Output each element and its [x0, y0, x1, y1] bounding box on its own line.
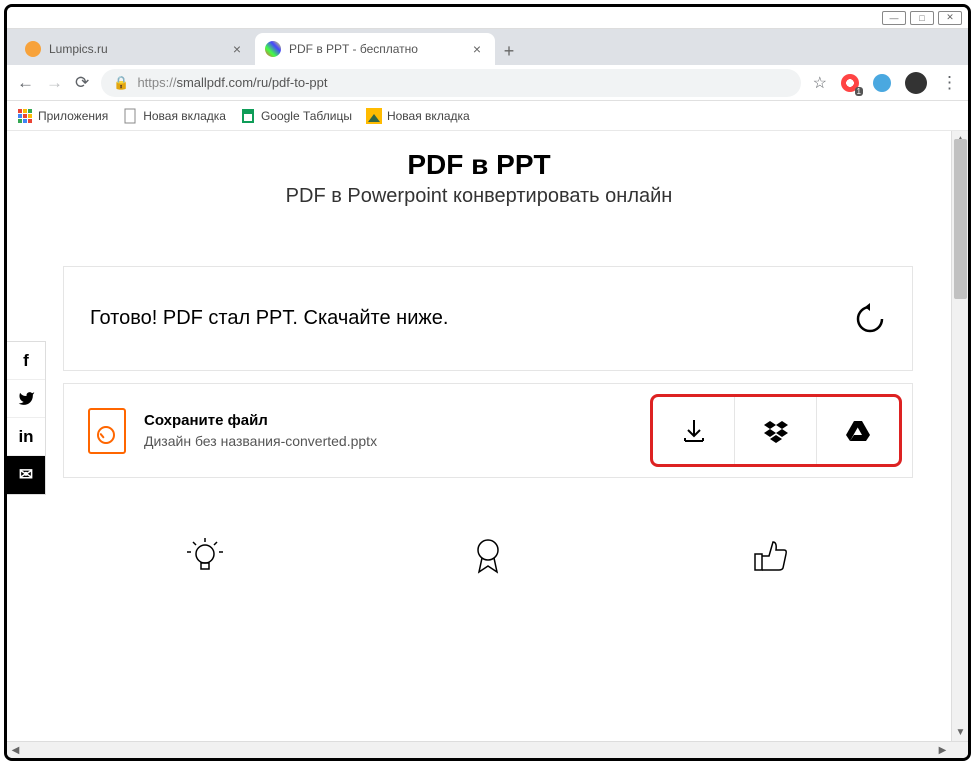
tab-title: Lumpics.ru — [49, 42, 108, 56]
new-tab-button[interactable]: + — [495, 37, 523, 65]
bookmark-star-icon[interactable]: ☆ — [813, 73, 827, 93]
back-button[interactable]: ← — [17, 73, 34, 93]
page-title: PDF в PPT — [7, 149, 951, 181]
page-subtitle: PDF в Powerpoint конвертировать онлайн — [7, 185, 951, 208]
forward-button[interactable]: → — [46, 73, 63, 93]
google-drive-icon — [844, 417, 872, 445]
social-share-bar: f in ✉ — [7, 341, 46, 495]
bookmarks-bar: Приложения Новая вкладка Google Таблицы … — [7, 101, 968, 131]
features-row — [63, 536, 913, 576]
tab-lumpics[interactable]: Lumpics.ru × — [15, 33, 255, 65]
scroll-down-arrow[interactable]: ▼ — [952, 724, 968, 741]
scroll-thumb[interactable] — [954, 139, 967, 299]
twitter-icon — [18, 390, 35, 407]
menu-button[interactable]: ⋮ — [941, 73, 958, 93]
share-facebook[interactable]: f — [7, 342, 45, 380]
share-email[interactable]: ✉ — [7, 456, 45, 494]
download-local-button[interactable] — [653, 397, 735, 464]
tab-favicon — [265, 41, 281, 57]
status-card: Готово! PDF стал PPT. Скачайте ниже. — [63, 266, 913, 371]
restart-icon[interactable] — [854, 303, 886, 335]
tab-strip: Lumpics.ru × PDF в PPT - бесплатно × + — [7, 29, 968, 65]
reload-button[interactable]: ⟳ — [75, 73, 89, 93]
tab-title: PDF в PPT - бесплатно — [289, 42, 418, 56]
lock-icon: 🔒 — [113, 75, 129, 91]
url-input[interactable]: 🔒 https://smallpdf.com/ru/pdf-to-ppt — [101, 69, 800, 97]
download-card: Сохраните файл Дизайн без названия-conve… — [63, 383, 913, 478]
tab-close-icon[interactable]: × — [229, 41, 245, 57]
share-linkedin[interactable]: in — [7, 418, 45, 456]
filename: Дизайн без названия-converted.pptx — [144, 433, 377, 449]
image-icon — [366, 108, 382, 124]
url-text: https://smallpdf.com/ru/pdf-to-ppt — [137, 75, 327, 90]
tab-pdf-to-ppt[interactable]: PDF в PPT - бесплатно × — [255, 33, 495, 65]
bookmark-new-tab-2[interactable]: Новая вкладка — [366, 108, 470, 124]
doc-icon — [122, 108, 138, 124]
minimize-button[interactable]: — — [882, 11, 906, 25]
bookmark-label: Google Таблицы — [261, 109, 352, 123]
google-drive-button[interactable] — [817, 397, 899, 464]
bookmark-label: Приложения — [38, 109, 108, 123]
save-label: Сохраните файл — [144, 412, 377, 429]
bookmark-apps[interactable]: Приложения — [17, 108, 108, 124]
horizontal-scrollbar[interactable]: ◀ ▶ — [7, 741, 968, 758]
apps-icon — [17, 108, 33, 124]
bookmark-new-tab-1[interactable]: Новая вкладка — [122, 108, 226, 124]
maximize-button[interactable]: □ — [910, 11, 934, 25]
thumbs-up-icon[interactable] — [751, 536, 791, 576]
tab-favicon — [25, 41, 41, 57]
bookmark-label: Новая вкладка — [387, 109, 470, 123]
extension-opera-icon[interactable]: 1 — [841, 74, 859, 92]
scroll-right-arrow[interactable]: ▶ — [934, 742, 951, 759]
award-icon[interactable] — [468, 536, 508, 576]
tab-close-icon[interactable]: × — [469, 41, 485, 57]
address-bar: ← → ⟳ 🔒 https://smallpdf.com/ru/pdf-to-p… — [7, 65, 968, 101]
bookmark-label: Новая вкладка — [143, 109, 226, 123]
dropbox-button[interactable] — [735, 397, 817, 464]
scroll-left-arrow[interactable]: ◀ — [7, 742, 24, 759]
profile-avatar[interactable] — [905, 72, 927, 94]
download-options-highlight — [650, 394, 902, 467]
ready-message: Готово! PDF стал PPT. Скачайте ниже. — [90, 307, 448, 330]
sheets-icon — [240, 108, 256, 124]
close-button[interactable]: ✕ — [938, 11, 962, 25]
dropbox-icon — [762, 417, 790, 445]
extension-globe-icon[interactable] — [873, 74, 891, 92]
lightbulb-icon[interactable] — [185, 536, 225, 576]
download-icon — [681, 418, 707, 444]
pptx-file-icon — [88, 408, 126, 454]
titlebar: — □ ✕ — [7, 7, 968, 29]
share-twitter[interactable] — [7, 380, 45, 418]
bookmark-google-sheets[interactable]: Google Таблицы — [240, 108, 352, 124]
vertical-scrollbar[interactable]: ▲ ▼ — [951, 131, 968, 741]
